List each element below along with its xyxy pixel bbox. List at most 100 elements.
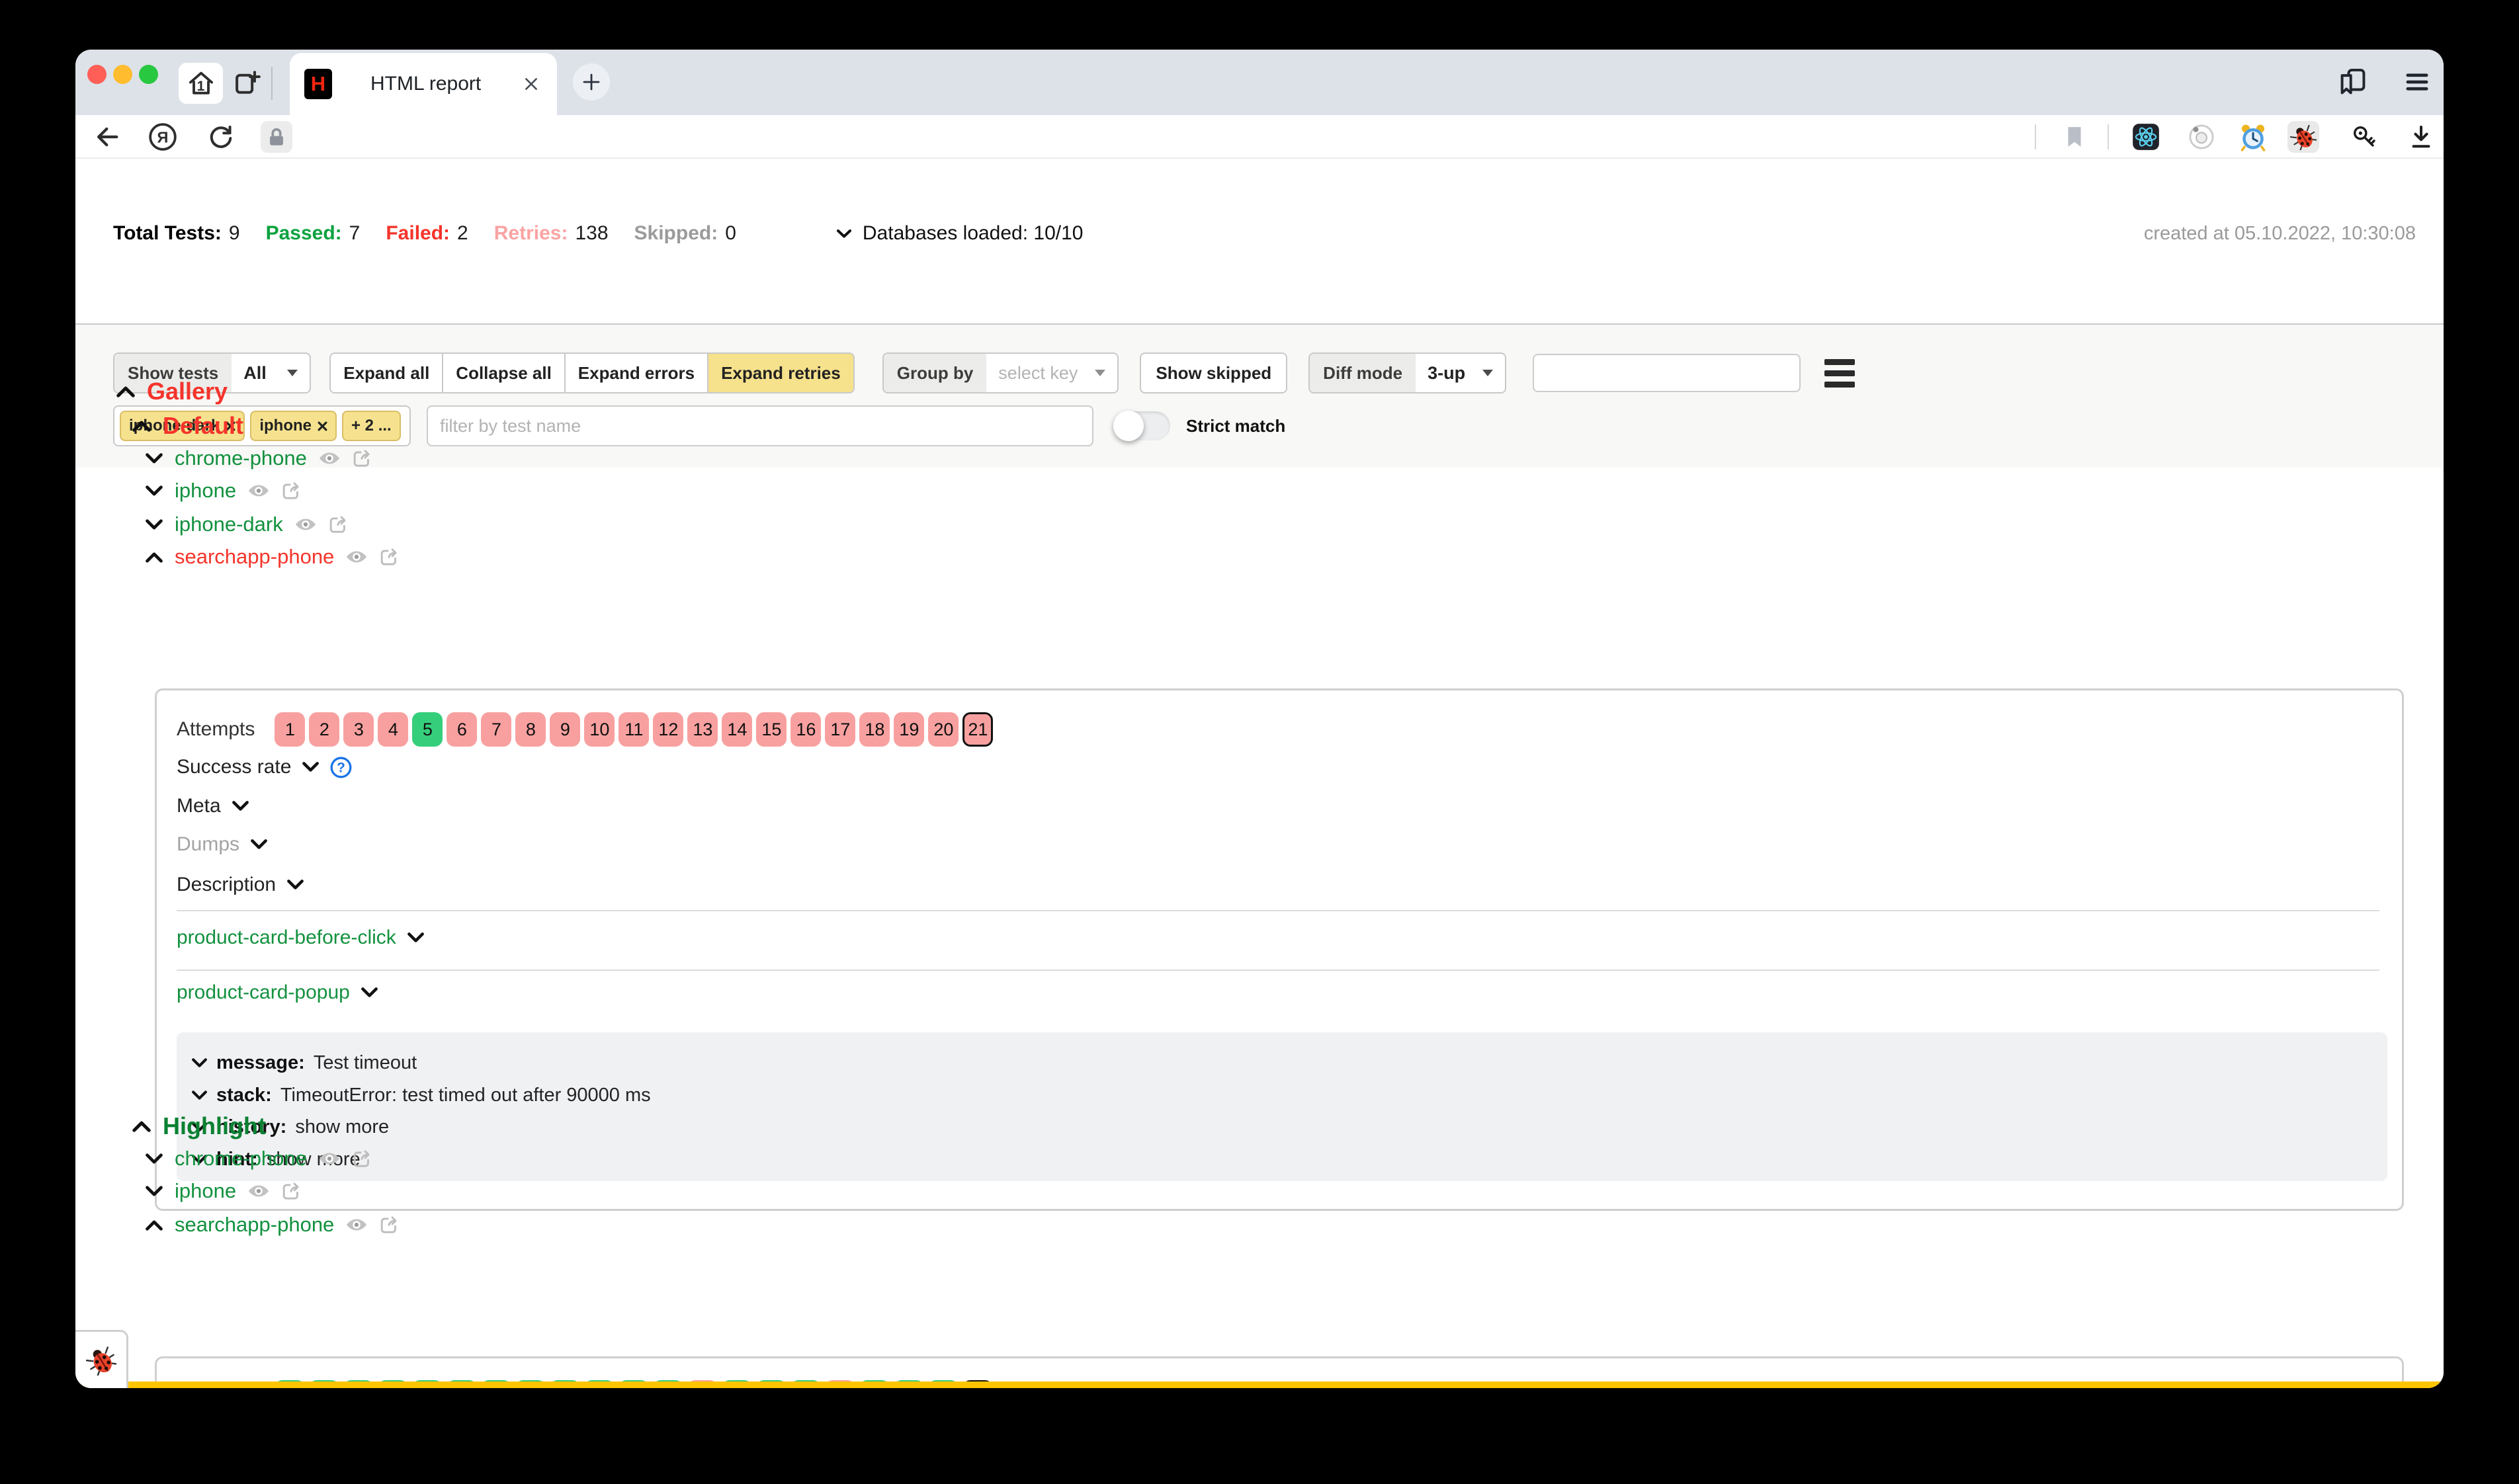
state-product-card-before-click[interactable]: product-card-before-click — [177, 927, 425, 949]
attempt-17-button[interactable]: 17 — [825, 712, 855, 747]
group-by-select[interactable]: select key — [986, 354, 1117, 392]
error-field-stack[interactable]: stack:TimeoutError: test timed out after… — [191, 1085, 2387, 1106]
attempt-6-button[interactable]: 6 — [447, 712, 477, 747]
extension-alarm-icon[interactable] — [2237, 121, 2269, 153]
show-tests-select[interactable]: All — [232, 354, 310, 392]
tree-item-iphone[interactable]: iphone — [145, 1175, 302, 1208]
close-tab-icon[interactable] — [523, 75, 540, 93]
view-eye-icon[interactable] — [345, 550, 368, 564]
toolbar-search-input[interactable] — [1533, 354, 1801, 392]
attempt-11-button[interactable]: 11 — [619, 712, 649, 747]
state-product-card-popup[interactable]: product-card-popup — [177, 981, 378, 1004]
new-tab-button[interactable] — [573, 63, 610, 101]
error-field-message[interactable]: message:Test timeout — [191, 1052, 2387, 1074]
attempt-16-button[interactable]: 16 — [790, 712, 821, 747]
tree-item-chrome-phone[interactable]: chrome-phone — [145, 442, 372, 475]
tree-section-default[interactable]: Default — [132, 409, 243, 442]
expand-errors-button[interactable]: Expand errors — [566, 354, 708, 392]
dumps-toggle[interactable]: Dumps — [177, 833, 268, 856]
minimize-window-button[interactable] — [113, 65, 132, 84]
error-field-history[interactable]: history:show more — [191, 1116, 2387, 1138]
attempt-13-button[interactable]: 13 — [687, 712, 718, 747]
fullscreen-window-button[interactable] — [139, 65, 158, 84]
attempt-2-button[interactable]: 2 — [309, 712, 339, 747]
extension-orbit-icon[interactable] — [2186, 121, 2217, 153]
attempt-4-button[interactable]: 4 — [378, 712, 408, 747]
description-toggle[interactable]: Description — [177, 874, 304, 896]
new-window-icon[interactable] — [233, 68, 263, 99]
share-icon[interactable] — [352, 1149, 372, 1169]
chevron-down-icon — [145, 453, 163, 464]
view-eye-icon[interactable] — [294, 517, 317, 532]
bookmark-flag-icon[interactable] — [2059, 121, 2090, 153]
help-icon[interactable]: ? — [330, 757, 352, 778]
attempt-1-button[interactable]: 1 — [275, 712, 305, 747]
tree-item-chrome-phone[interactable]: chrome-phone — [145, 1142, 372, 1175]
attempt-12-button[interactable]: 12 — [653, 712, 683, 747]
error-field-hint[interactable]: hint:show more — [191, 1149, 2387, 1171]
share-icon[interactable] — [379, 1215, 400, 1235]
divider — [177, 969, 2379, 971]
view-eye-icon[interactable] — [318, 451, 341, 466]
tree-item-searchapp-phone[interactable]: searchapp-phone — [145, 1208, 400, 1241]
attempt-3-button[interactable]: 3 — [343, 712, 374, 747]
test-name-filter-input[interactable] — [427, 405, 1093, 446]
yandex-icon[interactable]: Я — [147, 121, 179, 153]
browser-chip-iphone[interactable]: iphone — [250, 411, 337, 441]
attempt-9-button[interactable]: 9 — [550, 712, 580, 747]
share-icon[interactable] — [328, 515, 349, 535]
view-eye-icon[interactable] — [247, 1184, 270, 1198]
attempt-14-button[interactable]: 14 — [722, 712, 752, 747]
extension-bug-icon[interactable] — [2287, 121, 2319, 153]
extension-react-icon[interactable] — [2130, 121, 2162, 153]
bug-overlay-button[interactable] — [75, 1330, 128, 1388]
view-eye-icon[interactable] — [247, 483, 270, 498]
view-eye-icon[interactable] — [345, 1217, 368, 1232]
bookmarks-panel-icon[interactable] — [2338, 67, 2368, 97]
attempt-19-button[interactable]: 19 — [894, 712, 924, 747]
share-icon[interactable] — [281, 481, 302, 501]
browser-menu-icon[interactable] — [2403, 67, 2432, 97]
more-chips-badge[interactable]: + 2 ... — [342, 411, 401, 441]
remove-chip-icon[interactable] — [318, 421, 327, 431]
show-skipped-button[interactable]: Show skipped — [1140, 352, 1287, 393]
expand-all-button[interactable]: Expand all — [331, 354, 443, 392]
attempt-8-button[interactable]: 8 — [515, 712, 546, 747]
browser-item-label: iphone — [175, 1179, 236, 1203]
share-icon[interactable] — [379, 547, 400, 567]
report-menu-button[interactable] — [1824, 359, 1855, 388]
site-lock-button[interactable] — [261, 121, 292, 153]
browser-tab[interactable]: H HTML report — [290, 53, 557, 115]
tree-item-iphone[interactable]: iphone — [145, 474, 302, 507]
attempt-20-button[interactable]: 20 — [928, 712, 959, 747]
attempt-21-button[interactable]: 21 — [962, 712, 993, 747]
meta-toggle[interactable]: Meta — [177, 795, 249, 817]
attempt-5-button[interactable]: 5 — [412, 712, 443, 747]
downloads-icon[interactable] — [2405, 121, 2437, 153]
tree-item-searchapp-phone[interactable]: searchapp-phone — [145, 540, 400, 573]
attempt-18-button[interactable]: 18 — [859, 712, 890, 747]
collapse-all-button[interactable]: Collapse all — [443, 354, 566, 392]
tree-item-iphone-dark[interactable]: iphone-dark — [145, 508, 349, 541]
back-button[interactable] — [91, 121, 123, 153]
view-eye-icon[interactable] — [318, 1151, 341, 1166]
passwords-key-icon[interactable] — [2348, 121, 2380, 153]
share-icon[interactable] — [352, 448, 372, 469]
reload-button[interactable] — [205, 121, 237, 153]
tree-section-highlight[interactable]: Highlight — [132, 1110, 266, 1143]
chevron-down-icon — [145, 1153, 163, 1165]
expand-retries-button[interactable]: Expand retries — [708, 354, 853, 392]
error-key: stack: — [216, 1085, 272, 1106]
home-tab-button[interactable]: 1 — [179, 63, 223, 104]
diff-mode-select[interactable]: 3-up — [1416, 354, 1505, 392]
attempt-7-button[interactable]: 7 — [481, 712, 511, 747]
success-rate-toggle[interactable]: Success rate ? — [177, 756, 352, 778]
group-by-label: Group by — [884, 354, 987, 392]
close-window-button[interactable] — [87, 65, 107, 84]
tree-section-gallery[interactable]: Gallery — [116, 375, 228, 408]
attempt-10-button[interactable]: 10 — [584, 712, 615, 747]
attempt-15-button[interactable]: 15 — [756, 712, 787, 747]
share-icon[interactable] — [281, 1181, 302, 1202]
databases-loaded-toggle[interactable]: Databases loaded: 10/10 — [836, 222, 1084, 245]
strict-match-toggle[interactable] — [1113, 411, 1170, 440]
